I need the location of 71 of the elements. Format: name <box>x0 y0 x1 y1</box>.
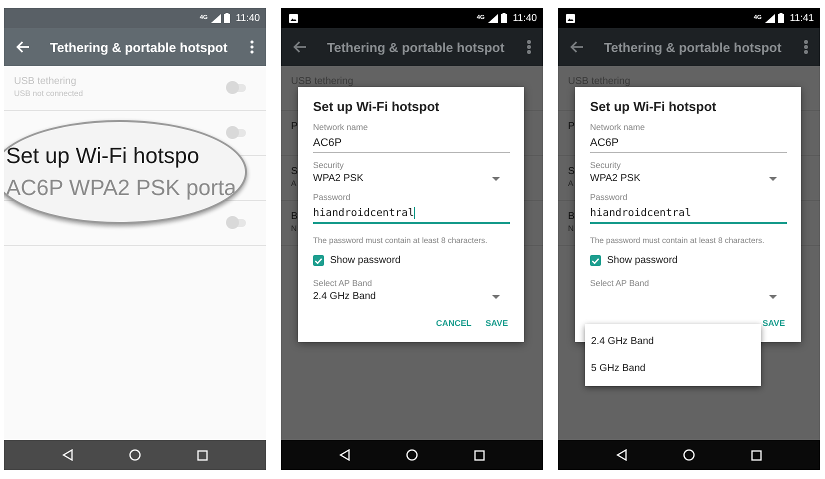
text-field[interactable]: hiandroidcentral <box>313 202 510 224</box>
menu-option[interactable]: 5 GHz Band <box>585 355 761 382</box>
magnified-text: AC6P WPA2 PSK porta <box>6 174 238 202</box>
field-label: Select AP Band <box>313 278 373 288</box>
image-notification-icon <box>566 14 575 22</box>
home-icon[interactable] <box>683 449 696 461</box>
toolbar-title: Tethering & portable hotspot <box>50 40 228 54</box>
back-icon[interactable] <box>62 449 74 461</box>
setting-title: B <box>568 211 575 222</box>
more-options-icon[interactable] <box>250 40 254 54</box>
clock-label: 11:40 <box>236 12 260 24</box>
dropdown-field[interactable]: WPA2 PSK <box>313 170 510 185</box>
image-notification-icon <box>289 14 298 22</box>
signal-icon <box>764 14 775 22</box>
more-options-icon[interactable] <box>527 40 531 54</box>
field-label: Password <box>313 192 352 202</box>
dropdown-caret-icon <box>769 294 777 298</box>
field-label: Security <box>313 160 345 170</box>
back-icon[interactable] <box>338 449 351 461</box>
battery-icon <box>778 13 784 23</box>
dropdown-caret-icon <box>492 294 500 298</box>
setting-subtitle: A <box>568 179 574 188</box>
more-options-icon[interactable] <box>804 40 808 54</box>
setting-subtitle: N <box>568 224 574 233</box>
checkbox[interactable] <box>313 255 324 266</box>
field-label: Network name <box>590 122 646 132</box>
setting-title: S <box>568 166 575 177</box>
dialog-title: Set up Wi-Fi hotspot <box>313 99 440 114</box>
text-field[interactable]: AC6P <box>590 132 787 153</box>
recent-apps-icon[interactable] <box>197 450 208 460</box>
setting-subtitle: A <box>291 179 296 188</box>
clock-label: 11:40 <box>512 12 537 24</box>
toolbar-title: Tethering & portable hotspot <box>604 40 782 54</box>
back-arrow-icon[interactable] <box>570 41 584 53</box>
setting-title: S <box>291 166 298 177</box>
field-label: Network name <box>313 122 369 132</box>
text-field[interactable]: AC6P <box>313 132 510 153</box>
setting-title: P <box>291 121 298 132</box>
back-arrow-icon[interactable] <box>293 41 307 53</box>
dropdown-caret-icon <box>769 176 777 180</box>
clock-label: 11:41 <box>790 12 814 24</box>
dropdown-caret-icon <box>492 176 500 180</box>
battery-icon <box>500 13 507 23</box>
toolbar-title: Tethering & portable hotspot <box>327 40 506 54</box>
recent-apps-icon[interactable] <box>751 450 762 460</box>
checkbox-label: Show password <box>330 255 401 266</box>
battery-icon <box>224 13 230 23</box>
setting-title: B <box>291 211 298 222</box>
signal-icon <box>488 14 498 22</box>
menu-option[interactable]: 2.4 GHz Band <box>585 328 761 355</box>
dialog-title: Set up Wi-Fi hotspot <box>590 99 718 114</box>
toggle-switch[interactable] <box>228 219 246 227</box>
checkbox-label: Show password <box>607 255 678 266</box>
field-label: Password <box>590 192 628 202</box>
recent-apps-icon[interactable] <box>474 450 486 460</box>
dropdown-field[interactable]: WPA2 PSK <box>590 170 787 185</box>
home-icon[interactable] <box>129 449 142 461</box>
field-label: Select AP Band <box>590 278 650 288</box>
dropdown-field[interactable]: 2.4 GHz Band <box>313 288 510 303</box>
helper-text: The password must contain at least 8 characters. <box>590 236 766 245</box>
back-icon[interactable] <box>616 449 628 461</box>
field-label: Security <box>590 160 622 170</box>
signal-icon <box>210 14 221 22</box>
setting-subtitle: N <box>291 224 297 233</box>
home-icon[interactable] <box>406 449 418 461</box>
text-field[interactable]: hiandroidcentral <box>590 202 787 224</box>
setting-title: P <box>568 121 575 132</box>
helper-text: The password must contain at least 8 characters. <box>313 236 488 245</box>
toggle-switch[interactable] <box>228 129 246 137</box>
checkbox[interactable] <box>590 255 601 266</box>
magnified-text: Set up Wi-Fi hotspo <box>6 142 200 170</box>
